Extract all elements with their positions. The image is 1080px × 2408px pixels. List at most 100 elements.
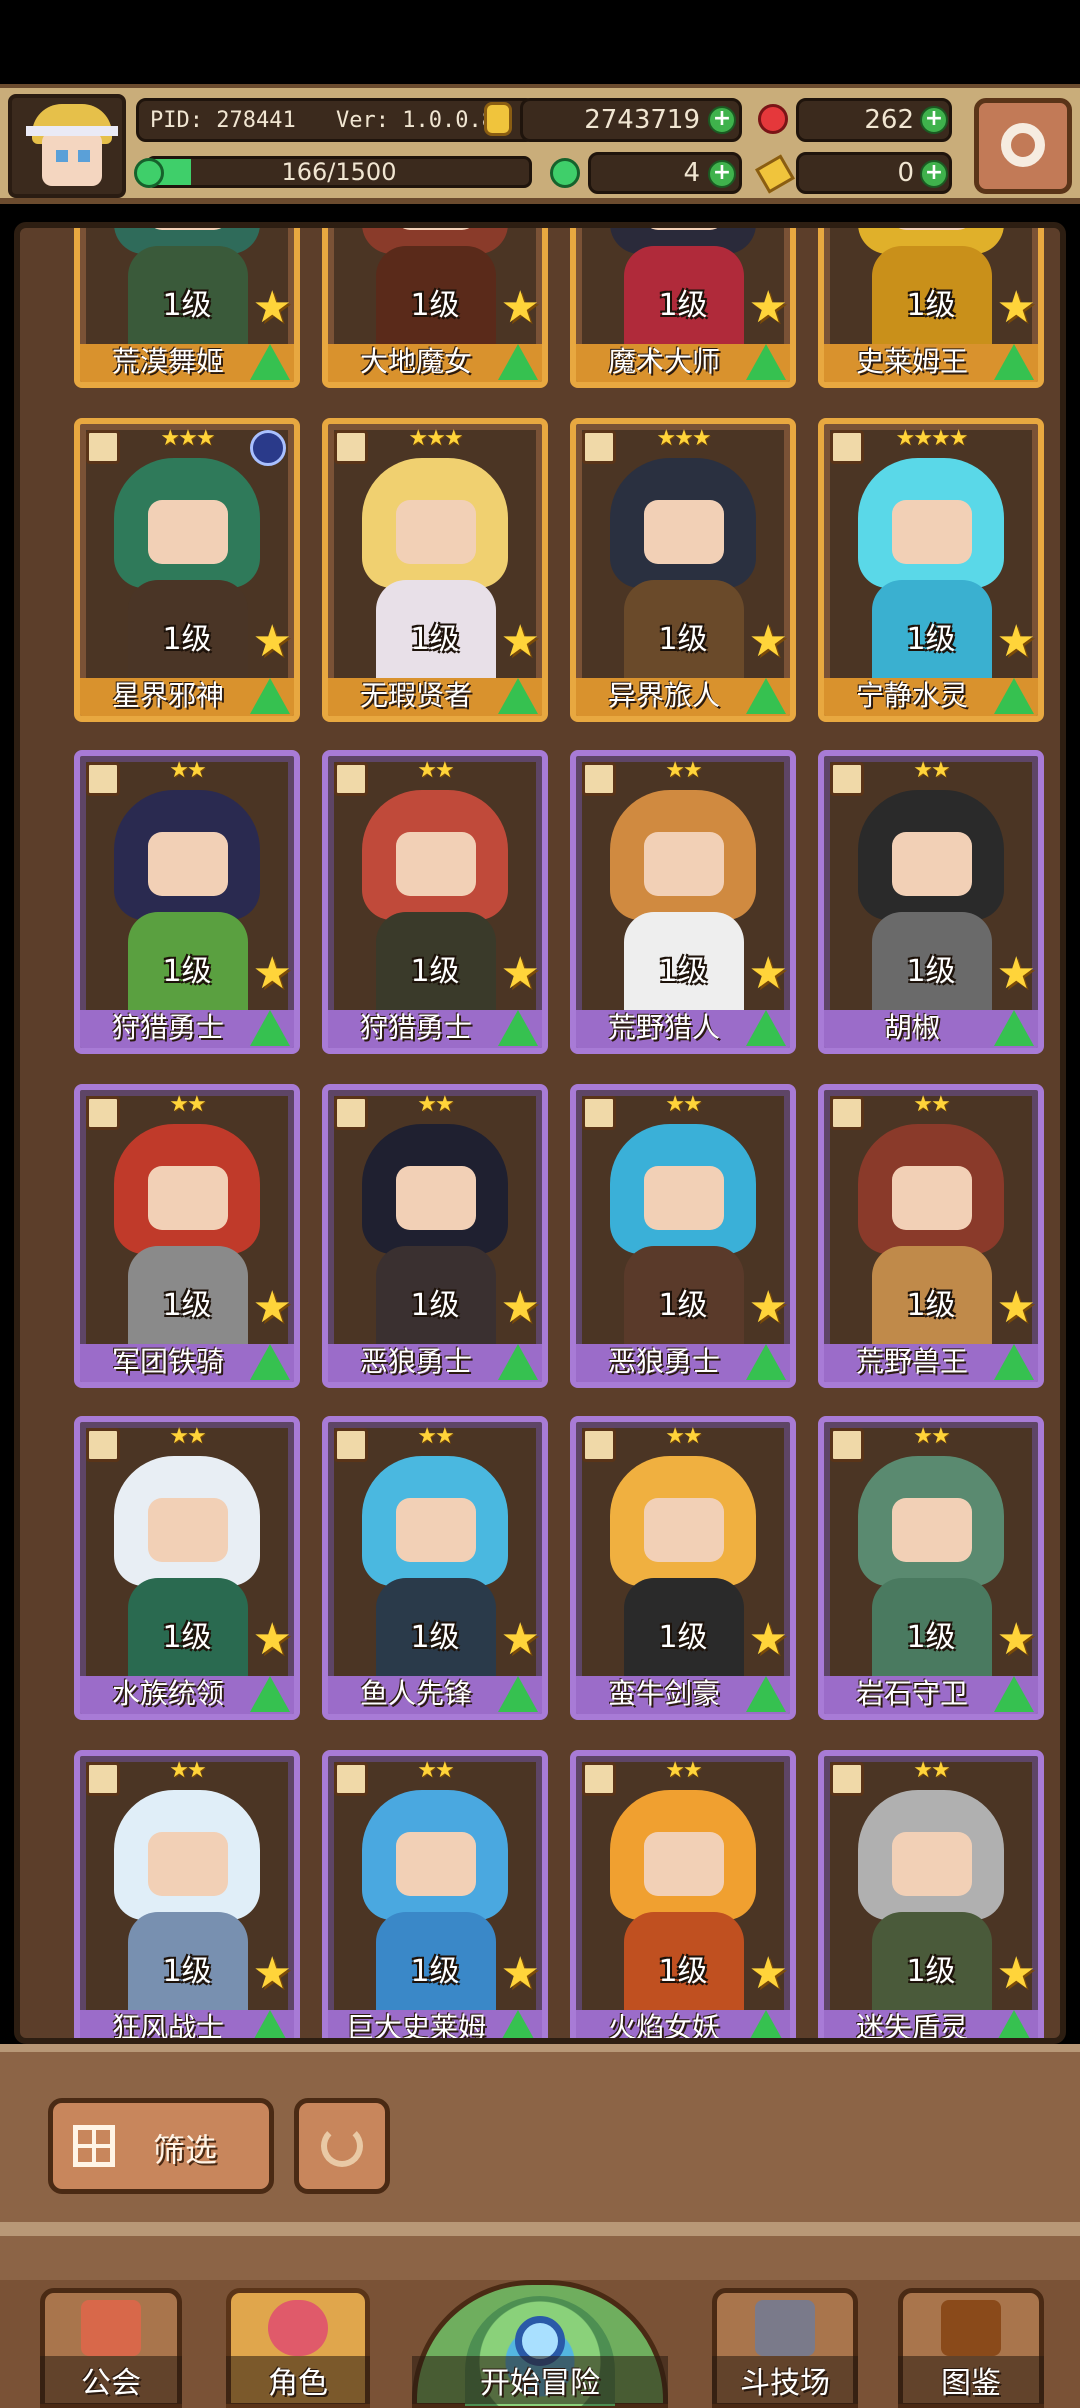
character-name: 狂风战士 xyxy=(111,2011,224,2044)
level-up-arrow-icon[interactable] xyxy=(994,1010,1034,1046)
level-up-arrow-icon[interactable] xyxy=(994,1676,1034,1712)
level-up-arrow-icon[interactable] xyxy=(994,1344,1034,1380)
clover-icon xyxy=(550,158,580,188)
star-upgrade-icon[interactable]: ★ xyxy=(749,620,788,664)
character-card[interactable]: ★★ 1级 ★ 恶狼勇士 xyxy=(570,1084,796,1388)
star-upgrade-icon[interactable]: ★ xyxy=(501,1618,540,1662)
character-card[interactable]: 1级 ★ 史莱姆王 xyxy=(818,228,1044,388)
character-card[interactable]: ★★ 1级 ★ 狂风战士 xyxy=(74,1750,300,2044)
status-bar xyxy=(0,0,1080,84)
star-upgrade-icon[interactable]: ★ xyxy=(749,286,788,330)
level-up-arrow-icon[interactable] xyxy=(746,1676,786,1712)
refresh-button[interactable] xyxy=(294,2098,390,2194)
tab-characters[interactable]: 角色 xyxy=(226,2288,370,2408)
portrait-face xyxy=(148,1832,228,1896)
character-card[interactable]: ★★ 1级 ★ 狩猎勇士 xyxy=(322,750,548,1054)
add-ticket-button[interactable]: + xyxy=(920,160,948,188)
character-name: 魔术大师 xyxy=(607,345,720,378)
character-card[interactable]: ★★ 1级 ★ 巨大史莱姆 xyxy=(322,1750,548,2038)
character-card[interactable]: ★★ 1级 ★ 岩石守卫 xyxy=(818,1416,1044,1720)
character-card[interactable]: ★★ 1级 ★ 鱼人先锋 xyxy=(322,1416,548,1720)
character-card[interactable]: ★★★★ 1级 ★ 宁静水灵 xyxy=(818,418,1044,722)
player-avatar[interactable] xyxy=(8,94,126,198)
character-card[interactable]: ★★ 1级 ★ 狩猎勇士 xyxy=(74,750,300,1054)
character-card[interactable]: 1级 ★ 魔术大师 xyxy=(570,228,796,388)
star-upgrade-icon[interactable]: ★ xyxy=(997,1952,1036,1996)
level-up-arrow-icon[interactable] xyxy=(994,344,1034,380)
star-upgrade-icon[interactable]: ★ xyxy=(501,286,540,330)
rarity-stars: ★★ xyxy=(665,1758,702,1783)
star-upgrade-icon[interactable]: ★ xyxy=(997,1618,1036,1662)
star-upgrade-icon[interactable]: ★ xyxy=(997,1286,1036,1330)
star-upgrade-icon[interactable]: ★ xyxy=(997,620,1036,664)
star-upgrade-icon[interactable]: ★ xyxy=(253,1952,292,1996)
character-card[interactable]: ★★★ 1级 ★ 异界旅人 xyxy=(570,418,796,722)
settings-button[interactable] xyxy=(974,98,1072,194)
level-up-arrow-icon[interactable] xyxy=(498,2010,538,2038)
level-up-arrow-icon[interactable] xyxy=(250,1344,290,1380)
character-card[interactable]: ★★ 1级 ★ 迷失盾灵 xyxy=(818,1750,1044,2044)
level-up-arrow-icon[interactable] xyxy=(250,344,290,380)
level-up-arrow-icon[interactable] xyxy=(498,678,538,714)
character-card[interactable]: ★★ 1级 ★ 胡椒 xyxy=(818,750,1044,1054)
filter-button[interactable]: 筛选 xyxy=(48,2098,274,2194)
character-name: 迷失盾灵 xyxy=(855,2011,968,2044)
character-card[interactable]: 1级 ★ 荒漠舞姬 xyxy=(74,228,300,388)
level-up-arrow-icon[interactable] xyxy=(746,344,786,380)
level-up-arrow-icon[interactable] xyxy=(994,678,1034,714)
level-up-arrow-icon[interactable] xyxy=(746,1010,786,1046)
tab-start-adventure[interactable]: 开始冒险 xyxy=(412,2280,668,2408)
level-up-arrow-icon[interactable] xyxy=(498,344,538,380)
star-upgrade-icon[interactable]: ★ xyxy=(253,1286,292,1330)
character-card[interactable]: ★★★ 1级 ★ 星界邪神 xyxy=(74,418,300,722)
level-up-arrow-icon[interactable] xyxy=(250,1676,290,1712)
settings-icon xyxy=(1001,123,1045,167)
star-upgrade-icon[interactable]: ★ xyxy=(749,1286,788,1330)
star-upgrade-icon[interactable]: ★ xyxy=(253,1618,292,1662)
star-upgrade-icon[interactable]: ★ xyxy=(501,1286,540,1330)
level-up-arrow-icon[interactable] xyxy=(746,1344,786,1380)
portrait-face xyxy=(892,1498,972,1562)
character-card[interactable]: ★★ 1级 ★ 恶狼勇士 xyxy=(322,1084,548,1388)
level-up-arrow-icon[interactable] xyxy=(250,2010,290,2038)
character-card[interactable]: ★★ 1级 ★ 火焰女妖 xyxy=(570,1750,796,2038)
portrait-face xyxy=(892,500,972,564)
star-upgrade-icon[interactable]: ★ xyxy=(501,1952,540,1996)
level-up-arrow-icon[interactable] xyxy=(250,1010,290,1046)
character-card[interactable]: ★★ 1级 ★ 荒野兽王 xyxy=(818,1084,1044,1388)
level-up-arrow-icon[interactable] xyxy=(250,678,290,714)
star-upgrade-icon[interactable]: ★ xyxy=(749,1952,788,1996)
star-upgrade-icon[interactable]: ★ xyxy=(253,620,292,664)
level-up-arrow-icon[interactable] xyxy=(746,2010,786,2038)
star-upgrade-icon[interactable]: ★ xyxy=(253,286,292,330)
add-gem-button[interactable]: + xyxy=(920,106,948,134)
rarity-stars: ★★ xyxy=(169,1092,206,1117)
character-card[interactable]: ★★ 1级 ★ 水族统领 xyxy=(74,1416,300,1720)
level-up-arrow-icon[interactable] xyxy=(498,1676,538,1712)
character-card[interactable]: 1级 ★ 大地魔女 xyxy=(322,228,548,388)
tab-codex[interactable]: 图鉴 xyxy=(898,2288,1044,2408)
character-card[interactable]: ★★ 1级 ★ 军团铁骑 xyxy=(74,1084,300,1388)
star-upgrade-icon[interactable]: ★ xyxy=(501,952,540,996)
add-gold-button[interactable]: + xyxy=(708,106,736,134)
star-upgrade-icon[interactable]: ★ xyxy=(749,952,788,996)
star-upgrade-icon[interactable]: ★ xyxy=(997,286,1036,330)
star-upgrade-icon[interactable]: ★ xyxy=(997,952,1036,996)
star-upgrade-icon[interactable]: ★ xyxy=(749,1618,788,1662)
level-up-arrow-icon[interactable] xyxy=(498,1010,538,1046)
star-upgrade-icon[interactable]: ★ xyxy=(253,952,292,996)
star-upgrade-icon[interactable]: ★ xyxy=(501,620,540,664)
character-roster[interactable]: 1级 ★ 荒漠舞姬 1级 ★ 大地魔女 1级 ★ 魔术大师 1级 ★ 史莱姆王 ★★★ 1级 ★ 星界邪神 ★★… xyxy=(14,222,1066,2044)
level-up-arrow-icon[interactable] xyxy=(994,2010,1034,2038)
bottom-tab-bar: 公会 角色 开始冒险 斗技场 图鉴 xyxy=(0,2280,1080,2408)
character-name: 蛮牛剑豪 xyxy=(607,1677,720,1710)
character-card[interactable]: ★★ 1级 ★ 蛮牛剑豪 xyxy=(570,1416,796,1720)
character-card[interactable]: ★★★ 1级 ★ 无瑕贤者 xyxy=(322,418,548,722)
character-name: 宁静水灵 xyxy=(855,679,968,712)
add-clover-button[interactable]: + xyxy=(708,160,736,188)
tab-arena[interactable]: 斗技场 xyxy=(712,2288,858,2408)
level-up-arrow-icon[interactable] xyxy=(498,1344,538,1380)
character-card[interactable]: ★★ 1级 ★ 荒野猎人 xyxy=(570,750,796,1054)
level-up-arrow-icon[interactable] xyxy=(746,678,786,714)
tab-guild[interactable]: 公会 xyxy=(40,2288,182,2408)
